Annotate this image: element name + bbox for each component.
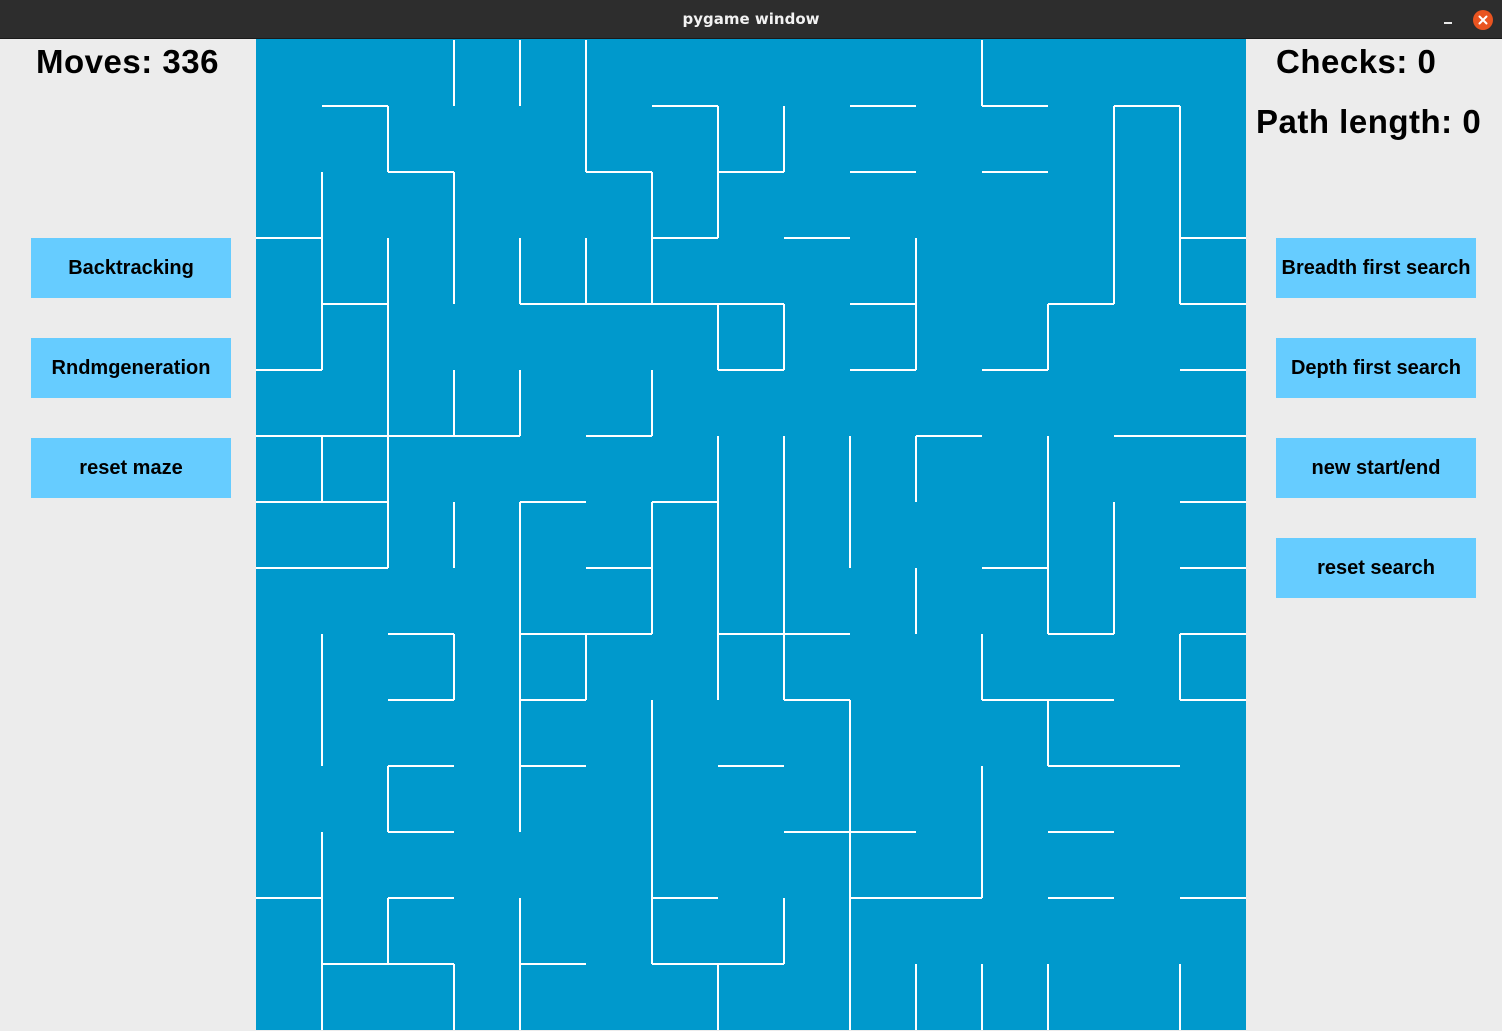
app-canvas: Moves: 336 Checks: 0 Path length: 0 Back… xyxy=(0,39,1502,1031)
window-title: pygame window xyxy=(682,10,820,28)
random-generation-button[interactable]: Rndmgeneration xyxy=(31,338,231,398)
new-start-end-button[interactable]: new start/end xyxy=(1276,438,1476,498)
moves-counter: Moves: 336 xyxy=(36,43,219,80)
reset-search-button[interactable]: reset search xyxy=(1276,538,1476,598)
close-x-glyph xyxy=(1478,15,1488,25)
close-icon[interactable] xyxy=(1473,10,1493,30)
path-length-counter: Path length: 0 xyxy=(1256,103,1482,140)
checks-counter: Checks: 0 xyxy=(1276,43,1437,80)
maze-background xyxy=(256,39,1246,1030)
bfs-button[interactable]: Breadth first search xyxy=(1276,238,1476,298)
maze-grid[interactable] xyxy=(256,39,1246,1030)
dfs-button[interactable]: Depth first search xyxy=(1276,338,1476,398)
reset-maze-button[interactable]: reset maze xyxy=(31,438,231,498)
minimize-icon[interactable] xyxy=(1438,10,1458,30)
backtracking-button[interactable]: Backtracking xyxy=(31,238,231,298)
title-bar: pygame window xyxy=(0,0,1502,39)
